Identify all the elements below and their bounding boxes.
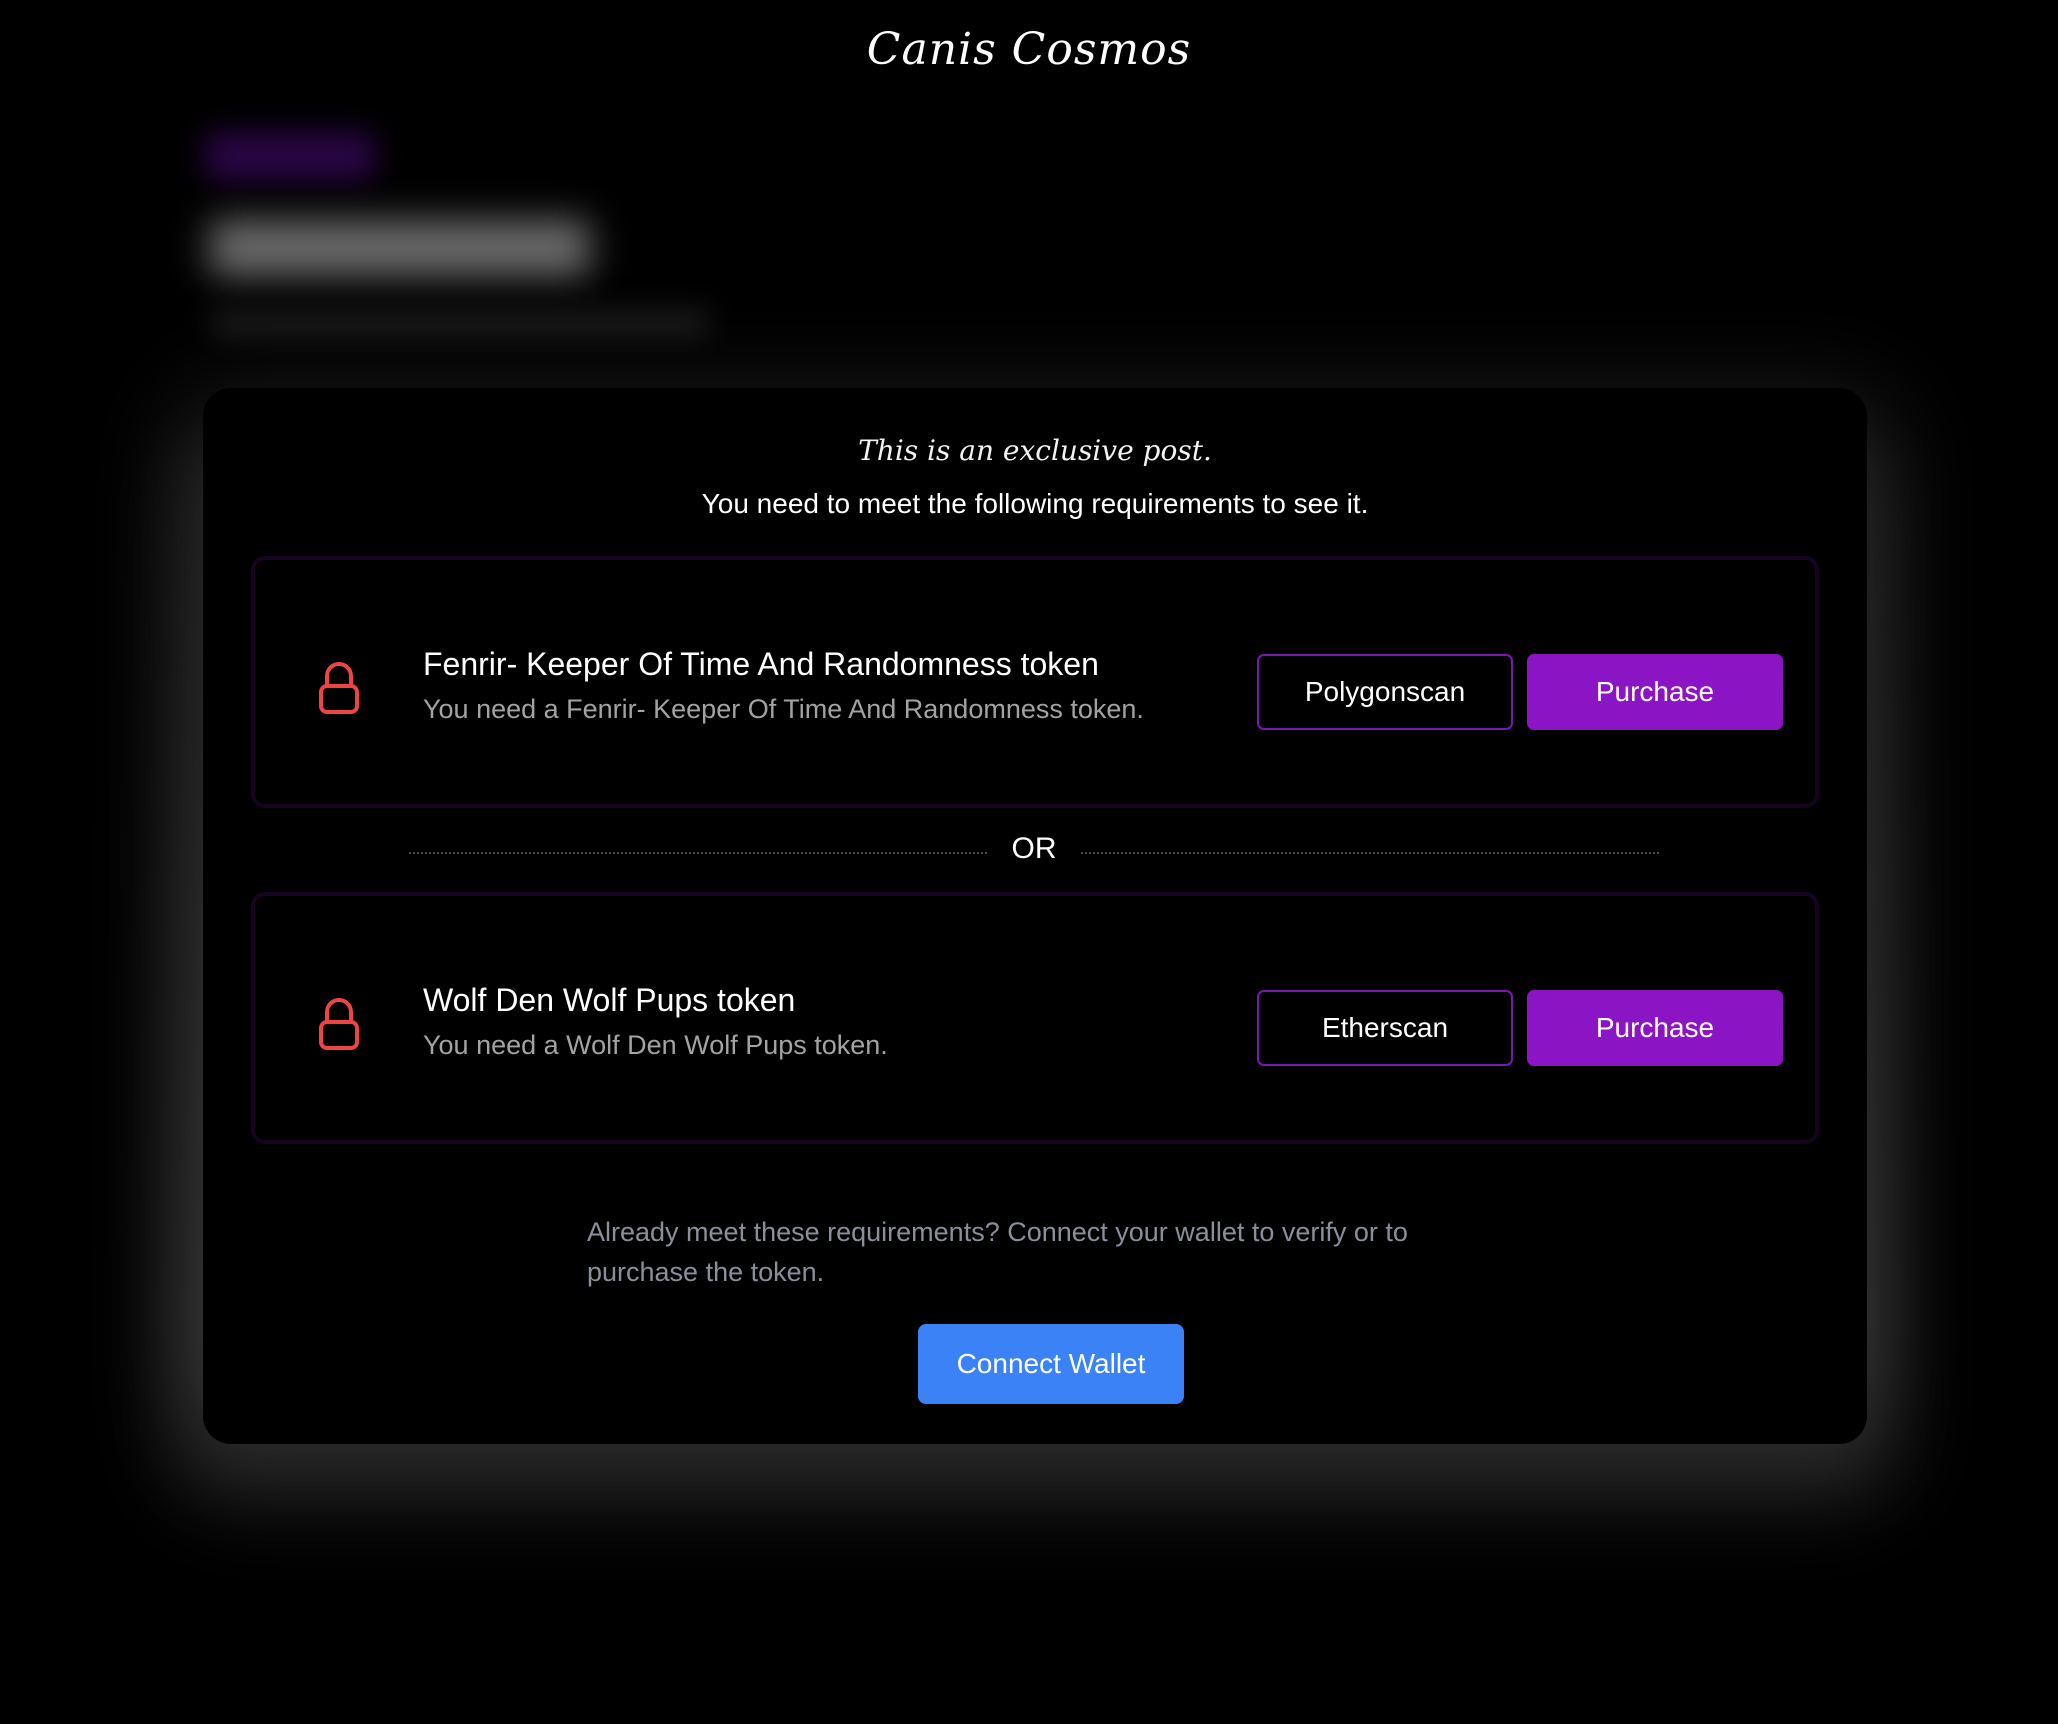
site-title[interactable]: Canis Cosmos — [0, 24, 2058, 75]
requirement-title: Wolf Den Wolf Pups token — [423, 982, 796, 1018]
polygonscan-button[interactable]: Polygonscan — [1257, 654, 1513, 730]
lock-icon — [319, 998, 359, 1050]
requirement-subtitle: You need a Fenrir- Keeper Of Time And Ra… — [423, 694, 1144, 724]
purchase-button[interactable]: Purchase — [1527, 990, 1783, 1066]
etherscan-button[interactable]: Etherscan — [1257, 990, 1513, 1066]
exclusive-post-gate: This is an exclusive post. You need to m… — [203, 388, 1867, 1444]
wallet-note: Already meet these requirements? Connect… — [587, 1217, 1408, 1287]
gate-description: You need to meet the following requireme… — [701, 488, 1369, 519]
or-label: OR — [1011, 832, 1057, 865]
gate-intro: This is an exclusive post. — [858, 434, 1212, 467]
requirement-card: Fenrir- Keeper Of Time And Randomness to… — [251, 556, 1819, 808]
requirement-subtitle: You need a Wolf Den Wolf Pups token. — [423, 1030, 888, 1060]
page: Canis Cosmos This is an exclusive post. … — [0, 0, 2058, 1724]
connect-wallet-button[interactable]: Connect Wallet — [918, 1324, 1184, 1404]
background-blurred-tag — [205, 132, 375, 180]
or-divider: OR — [409, 832, 1659, 872]
lock-icon — [319, 662, 359, 714]
background-blurred-title — [210, 220, 590, 276]
background-blurred-subtitle — [210, 310, 710, 336]
requirement-card: Wolf Den Wolf Pups token You need a Wolf… — [251, 892, 1819, 1144]
divider-line-right — [1081, 852, 1659, 854]
requirement-title: Fenrir- Keeper Of Time And Randomness to… — [423, 646, 1099, 682]
purchase-button[interactable]: Purchase — [1527, 654, 1783, 730]
